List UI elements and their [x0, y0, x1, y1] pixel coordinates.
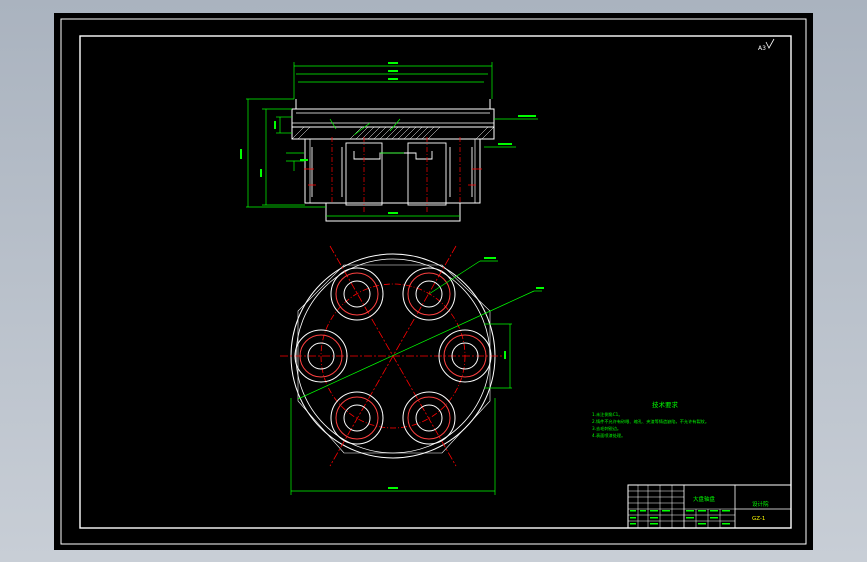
section-view: [240, 62, 538, 222]
drawing-sheet[interactable]: A3 技术要求 1.未注倒角C1。 2.铸件不允许有砂眼、缩孔、夹渣等铸造缺陷，…: [54, 13, 813, 550]
tech-note-1: 1.未注倒角C1。: [592, 411, 623, 418]
roughness-mark: A3: [758, 38, 775, 52]
viewport-background: A3 技术要求 1.未注倒角C1。 2.铸件不允许有砂眼、缩孔、夹渣等铸造缺陷，…: [0, 0, 867, 562]
technical-requirements: 技术要求 1.未注倒角C1。 2.铸件不允许有砂眼、缩孔、夹渣等铸造缺陷，不允许…: [592, 400, 709, 439]
drawing-frame: [79, 35, 792, 529]
title-block-part-name: 大盘轴盘: [693, 495, 716, 503]
tech-req-title: 技术要求: [652, 400, 679, 409]
title-block: 大盘轴盘 设计院 GZ-1: [627, 484, 792, 529]
plan-view: [280, 245, 544, 495]
tech-note-4: 4.表面喷漆处理。: [592, 432, 625, 439]
tech-note-2: 2.铸件不允许有砂眼、缩孔、夹渣等铸造缺陷，不允许有裂纹。: [592, 418, 709, 425]
scale-mark-label: A3: [758, 45, 766, 52]
tech-note-3: 3.去毛刺锐边。: [592, 425, 621, 432]
title-block-org: 设计院: [752, 500, 769, 508]
cad-drawing: A3 技术要求 1.未注倒角C1。 2.铸件不允许有砂眼、缩孔、夹渣等铸造缺陷，…: [60, 18, 807, 545]
title-block-code: GZ-1: [752, 516, 765, 522]
section-hatching: [291, 126, 495, 140]
